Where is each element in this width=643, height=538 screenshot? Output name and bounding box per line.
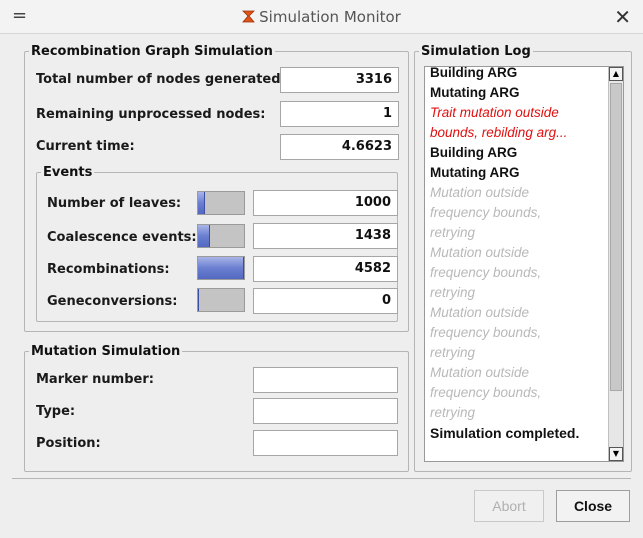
geneconversions-progress-fill: [198, 289, 199, 311]
log-line: Building ARG: [430, 66, 518, 80]
type-label: Type:: [36, 404, 76, 419]
current-time-label: Current time:: [36, 139, 135, 154]
log-line: frequency bounds,: [430, 385, 542, 400]
remaining-nodes-field: 1: [280, 101, 399, 127]
recombinations-label: Recombinations:: [47, 262, 170, 277]
recombinations-progress-fill: [198, 257, 244, 279]
close-icon[interactable]: ✕: [614, 5, 631, 29]
total-nodes-label: Total number of nodes generated:: [36, 72, 286, 87]
log-line: Mutating ARG: [430, 85, 520, 100]
log-line: retrying: [430, 345, 476, 360]
marker-number-label: Marker number:: [36, 372, 154, 387]
log-line: Mutation outside: [430, 185, 530, 200]
coalescence-progress-bar: [197, 224, 245, 248]
type-field: [253, 398, 398, 424]
log-text-area[interactable]: Building ARG Mutating ARG Trait mutation o…: [424, 66, 624, 462]
scroll-down-button[interactable]: ▼: [609, 447, 623, 461]
log-legend: Simulation Log: [421, 44, 531, 59]
geneconversions-label: Geneconversions:: [47, 294, 178, 309]
log-line: frequency bounds,: [430, 205, 542, 220]
log-line: frequency bounds,: [430, 325, 542, 340]
window-title: Simulation Monitor: [259, 8, 401, 26]
leaves-progress-bar: [197, 191, 245, 215]
log-line: Building ARG: [430, 145, 518, 160]
recombination-legend: Recombination Graph Simulation: [31, 44, 273, 59]
log-line: Mutation outside: [430, 365, 530, 380]
log-line: retrying: [430, 405, 476, 420]
position-field: [253, 430, 398, 456]
log-line: Trait mutation outside: [430, 105, 559, 120]
scroll-thumb[interactable]: [610, 83, 622, 391]
simulation-monitor-icon: [242, 10, 256, 23]
geneconversions-progress-bar: [197, 288, 245, 312]
mutation-legend: Mutation Simulation: [31, 344, 181, 359]
button-separator: [12, 478, 631, 479]
log-scrollbar[interactable]: ▲ ▼: [608, 67, 623, 461]
scroll-up-button[interactable]: ▲: [609, 67, 623, 81]
log-line: Mutation outside: [430, 305, 530, 320]
position-label: Position:: [36, 436, 101, 451]
coalescence-label: Coalescence events:: [47, 230, 197, 245]
remaining-nodes-label: Remaining unprocessed nodes:: [36, 107, 266, 122]
marker-number-field: [253, 367, 398, 393]
log-line: retrying: [430, 225, 476, 240]
geneconversions-field: 0: [253, 288, 398, 314]
log-line: bounds, rebilding arg...: [430, 125, 568, 140]
coalescence-progress-fill: [198, 225, 210, 247]
events-legend: Events: [43, 165, 93, 180]
leaves-field: 1000: [253, 190, 398, 216]
title-bar: = Simulation Monitor ✕: [0, 0, 643, 34]
recombinations-field: 4582: [253, 256, 398, 282]
abort-button[interactable]: Abort: [474, 490, 544, 522]
log-line: Simulation completed.: [430, 425, 580, 441]
recombinations-progress-bar: [197, 256, 245, 280]
log-lines: Building ARG Mutating ARG Trait mutation o…: [430, 66, 605, 443]
log-line: retrying: [430, 285, 476, 300]
total-nodes-field: 3316: [280, 67, 399, 93]
leaves-label: Number of leaves:: [47, 196, 182, 211]
log-line: frequency bounds,: [430, 265, 542, 280]
coalescence-field: 1438: [253, 223, 398, 249]
close-button[interactable]: Close: [556, 490, 630, 522]
log-line: Mutation outside: [430, 245, 530, 260]
window-title-container: Simulation Monitor: [0, 8, 643, 26]
log-line: Mutating ARG: [430, 165, 520, 180]
current-time-field: 4.6623: [280, 134, 399, 160]
leaves-progress-fill: [198, 192, 205, 214]
